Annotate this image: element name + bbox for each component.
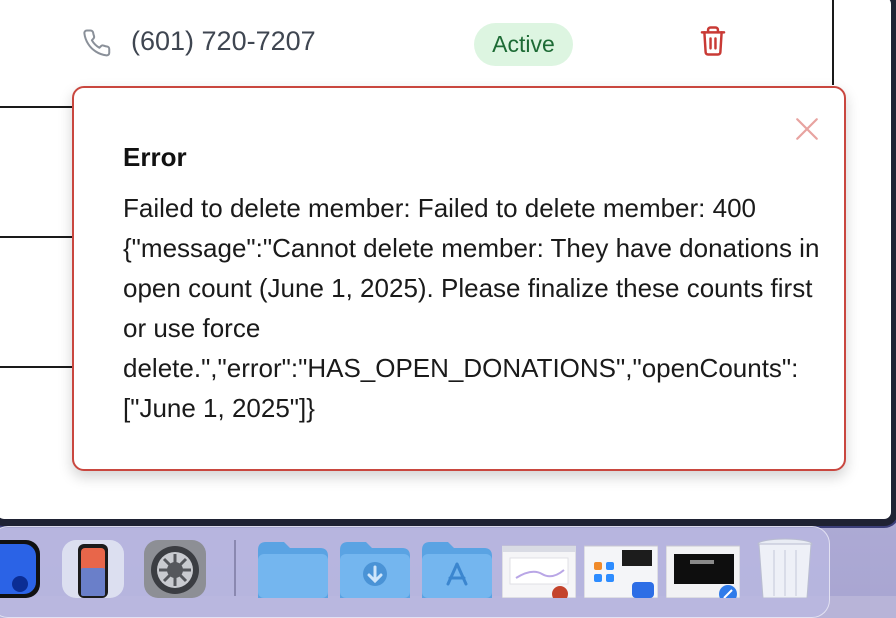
dock-separator: [234, 540, 236, 596]
row-divider: [0, 106, 73, 108]
status-badge: Active: [474, 23, 573, 66]
iphone-mirroring-app-icon[interactable]: [62, 538, 124, 598]
delete-trash-icon[interactable]: [698, 25, 728, 57]
close-icon[interactable]: [794, 116, 820, 142]
member-phone: (601) 720-7207: [131, 26, 316, 56]
error-toast: Error Failed to delete member: Failed to…: [72, 86, 846, 471]
row-divider: [0, 236, 73, 238]
applications-folder-icon[interactable]: [420, 538, 494, 598]
row-divider: [0, 366, 73, 368]
toast-message: Failed to delete member: Failed to delet…: [123, 193, 820, 423]
safari-window-thumbnail[interactable]: [665, 538, 741, 603]
folder-icon[interactable]: [256, 538, 330, 598]
downloads-folder-icon[interactable]: [338, 538, 412, 598]
zoom-window-thumbnail[interactable]: [583, 538, 659, 599]
table-row: (601) 720-7207 Active: [0, 0, 833, 87]
facetime-app-icon[interactable]: [0, 538, 40, 598]
toast-title: Error: [123, 142, 187, 172]
phone-icon: [83, 29, 111, 57]
system-settings-app-icon[interactable]: [144, 538, 206, 598]
powerpoint-window-thumbnail[interactable]: [501, 538, 577, 602]
trash-icon[interactable]: [756, 538, 814, 599]
